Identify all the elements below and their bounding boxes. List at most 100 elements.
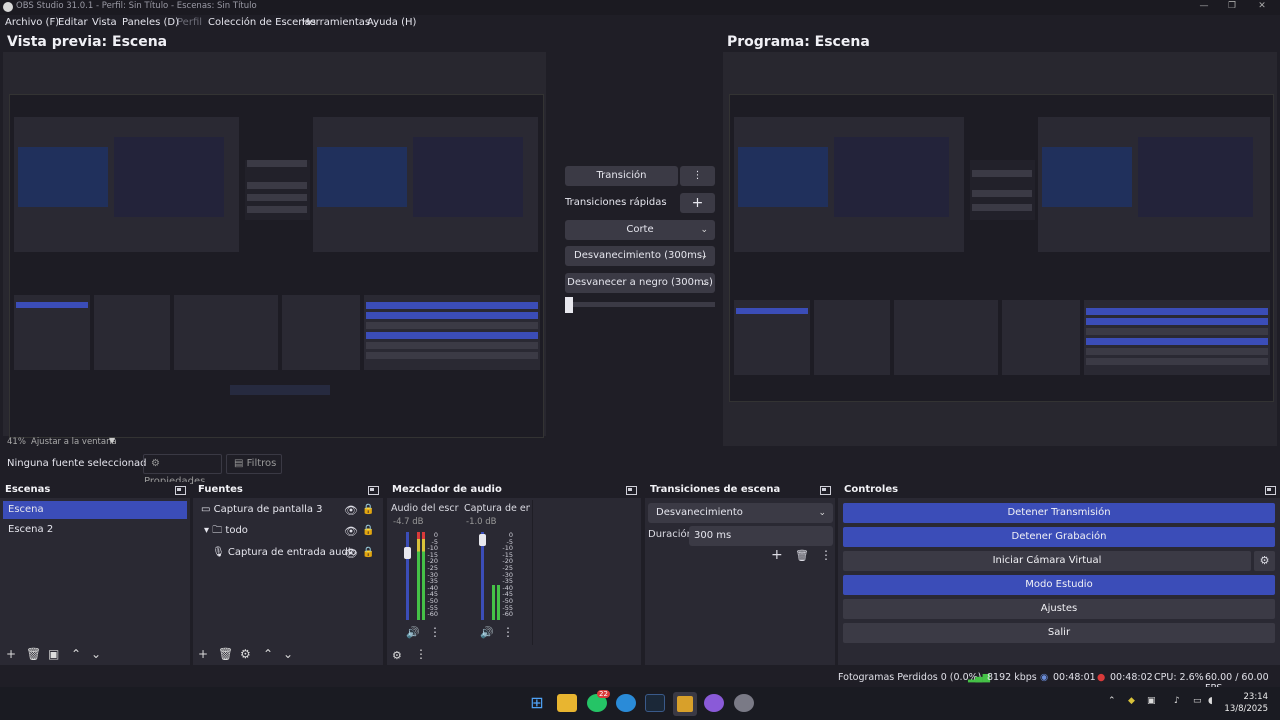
nested-transitions-dock bbox=[282, 295, 360, 370]
move-up-icon[interactable]: ⌃ bbox=[71, 647, 81, 661]
undock-icon[interactable] bbox=[820, 486, 831, 495]
maximize-icon[interactable]: ❐ bbox=[1225, 1, 1239, 11]
undock-icon[interactable] bbox=[1265, 486, 1276, 495]
microphone-icon[interactable]: ♪ bbox=[1174, 696, 1180, 706]
properties-button[interactable]: ⚙ Propiedades bbox=[143, 454, 222, 487]
scene-item[interactable]: Escena 2 bbox=[3, 521, 187, 539]
zoom-fit-select[interactable]: Ajustar a la ventana bbox=[31, 437, 117, 447]
trash-icon[interactable]: 🗑 bbox=[218, 647, 233, 661]
menu-editar[interactable]: Editar bbox=[58, 17, 88, 28]
chevron-up-icon[interactable]: ⌃ bbox=[1108, 696, 1116, 706]
duration-input[interactable]: 300 ms bbox=[689, 526, 833, 546]
lock-icon[interactable]: 🔒 bbox=[362, 525, 374, 536]
nested-program-image bbox=[313, 117, 538, 252]
trash-icon[interactable]: 🗑 bbox=[795, 549, 809, 562]
move-down-icon[interactable]: ⌄ bbox=[91, 647, 101, 661]
stop-recording-button[interactable]: Detener Grabación bbox=[843, 527, 1275, 547]
volume-icon[interactable]: ◖ bbox=[1208, 696, 1213, 706]
add-quick-transition-icon[interactable]: + bbox=[680, 193, 715, 213]
chevron-down-icon: ⌄ bbox=[700, 251, 708, 261]
stream-icon: ◉ bbox=[1040, 672, 1049, 683]
studio-mode-button[interactable]: Modo Estudio bbox=[843, 575, 1275, 595]
settings-button[interactable]: Ajustes bbox=[843, 599, 1275, 619]
quick-transition-fade-black[interactable]: Desvanecer a negro (300ms) ⌄ bbox=[565, 273, 715, 293]
duration-label: Duración bbox=[648, 529, 694, 540]
quick-transition-fade[interactable]: Desvanecimiento (300ms) ⌄ bbox=[565, 246, 715, 266]
transition-more-icon[interactable]: ⋮ bbox=[680, 166, 715, 186]
network-icon[interactable]: ▭ bbox=[1193, 696, 1202, 706]
preview-canvas[interactable] bbox=[3, 52, 546, 438]
menu-ayuda[interactable]: Ayuda (H) bbox=[367, 17, 416, 28]
start-icon[interactable]: ⊞ bbox=[527, 694, 547, 712]
mixer-settings-icon[interactable]: ⚙ bbox=[392, 649, 402, 662]
add-icon[interactable]: + bbox=[6, 647, 16, 661]
menu-coleccion-escenas[interactable]: Colección de Escenas bbox=[208, 17, 316, 28]
more-icon[interactable]: ⋮ bbox=[502, 625, 514, 639]
trash-icon[interactable]: 🗑 bbox=[26, 647, 41, 661]
eye-icon[interactable]: 👁 bbox=[344, 547, 358, 560]
record-icon: ● bbox=[1097, 672, 1106, 683]
sources-title: Fuentes bbox=[193, 482, 383, 498]
move-up-icon[interactable]: ⌃ bbox=[263, 647, 273, 661]
collapse-triangle-icon[interactable]: ▾ bbox=[204, 525, 209, 536]
virtual-camera-settings-icon[interactable]: ⚙ bbox=[1254, 551, 1275, 571]
eye-icon[interactable]: 👁 bbox=[344, 504, 358, 517]
transition-button[interactable]: Transición bbox=[565, 166, 678, 186]
transition-select[interactable]: Desvanecimiento ⌄ bbox=[648, 503, 833, 523]
exit-button[interactable]: Salir bbox=[843, 623, 1275, 643]
minimize-icon[interactable]: — bbox=[1197, 1, 1211, 11]
steam-icon[interactable] bbox=[645, 694, 665, 712]
app-icon[interactable] bbox=[734, 694, 754, 712]
undock-icon[interactable] bbox=[368, 486, 379, 495]
whatsapp-badge: 22 bbox=[597, 690, 610, 698]
volume-slider-handle[interactable] bbox=[404, 547, 411, 559]
undock-icon[interactable] bbox=[175, 486, 186, 495]
add-icon[interactable]: + bbox=[771, 547, 783, 563]
scene-item[interactable]: Escena bbox=[3, 501, 187, 519]
menu-herramientas[interactable]: Herramientas bbox=[302, 17, 370, 28]
speaker-icon[interactable]: 🔊 bbox=[480, 626, 494, 639]
speaker-icon[interactable]: 🔊 bbox=[406, 626, 420, 639]
volume-slider[interactable] bbox=[406, 532, 409, 620]
filter-icon[interactable]: ▣ bbox=[48, 647, 59, 661]
quick-transition-cut[interactable]: Corte ⌄ bbox=[565, 220, 715, 240]
menu-bar: Archivo (F) Editar Vista Paneles (D) Per… bbox=[0, 15, 1280, 32]
obs-logo-icon bbox=[3, 2, 13, 12]
stop-streaming-button[interactable]: Detener Transmisión bbox=[843, 503, 1275, 523]
clock-time[interactable]: 23:14 bbox=[1236, 692, 1269, 702]
undock-icon[interactable] bbox=[626, 486, 637, 495]
app-icon[interactable] bbox=[704, 694, 724, 712]
gear-icon[interactable]: ⚙ bbox=[240, 647, 251, 661]
eye-icon[interactable]: 👁 bbox=[344, 525, 358, 538]
menu-archivo[interactable]: Archivo (F) bbox=[5, 17, 59, 28]
more-icon[interactable]: ⋮ bbox=[415, 647, 427, 661]
t-bar-track[interactable] bbox=[565, 302, 715, 307]
volume-slider-handle[interactable] bbox=[479, 534, 486, 546]
menu-paneles[interactable]: Paneles (D) bbox=[122, 17, 179, 28]
clock-date[interactable]: 13/8/2025 bbox=[1222, 704, 1268, 714]
menu-vista[interactable]: Vista bbox=[92, 17, 117, 28]
obs-taskbar-icon[interactable] bbox=[673, 692, 697, 716]
tray-icon[interactable]: ◆ bbox=[1128, 696, 1135, 706]
more-icon[interactable]: ⋮ bbox=[820, 548, 832, 562]
t-bar-handle[interactable] bbox=[565, 297, 573, 313]
lock-icon[interactable]: 🔒 bbox=[362, 504, 374, 515]
virtual-camera-button[interactable]: Iniciar Cámara Virtual bbox=[843, 551, 1251, 571]
close-icon[interactable]: ✕ bbox=[1255, 1, 1269, 11]
mixer-channel-name: Captura de entra bbox=[464, 503, 530, 514]
audio-level-meter bbox=[497, 532, 500, 620]
file-explorer-icon[interactable] bbox=[557, 694, 577, 712]
filters-button[interactable]: ▤ Filtros bbox=[226, 454, 282, 474]
more-icon[interactable]: ⋮ bbox=[429, 625, 441, 639]
menu-perfil[interactable]: Perfil bbox=[177, 17, 202, 28]
lock-icon[interactable]: 🔒 bbox=[362, 547, 374, 558]
zoom-chevron-down-icon[interactable]: ▼ bbox=[109, 436, 115, 445]
add-icon[interactable]: + bbox=[198, 647, 208, 661]
tray-icon[interactable]: ▣ bbox=[1147, 696, 1156, 706]
monitor-icon: ▭ bbox=[201, 504, 211, 515]
preview-label: Vista previa: Escena bbox=[7, 34, 168, 50]
nested-preview-image bbox=[14, 117, 239, 252]
edge-icon[interactable] bbox=[616, 694, 636, 712]
audio-level-meter bbox=[417, 532, 420, 620]
move-down-icon[interactable]: ⌄ bbox=[283, 647, 293, 661]
